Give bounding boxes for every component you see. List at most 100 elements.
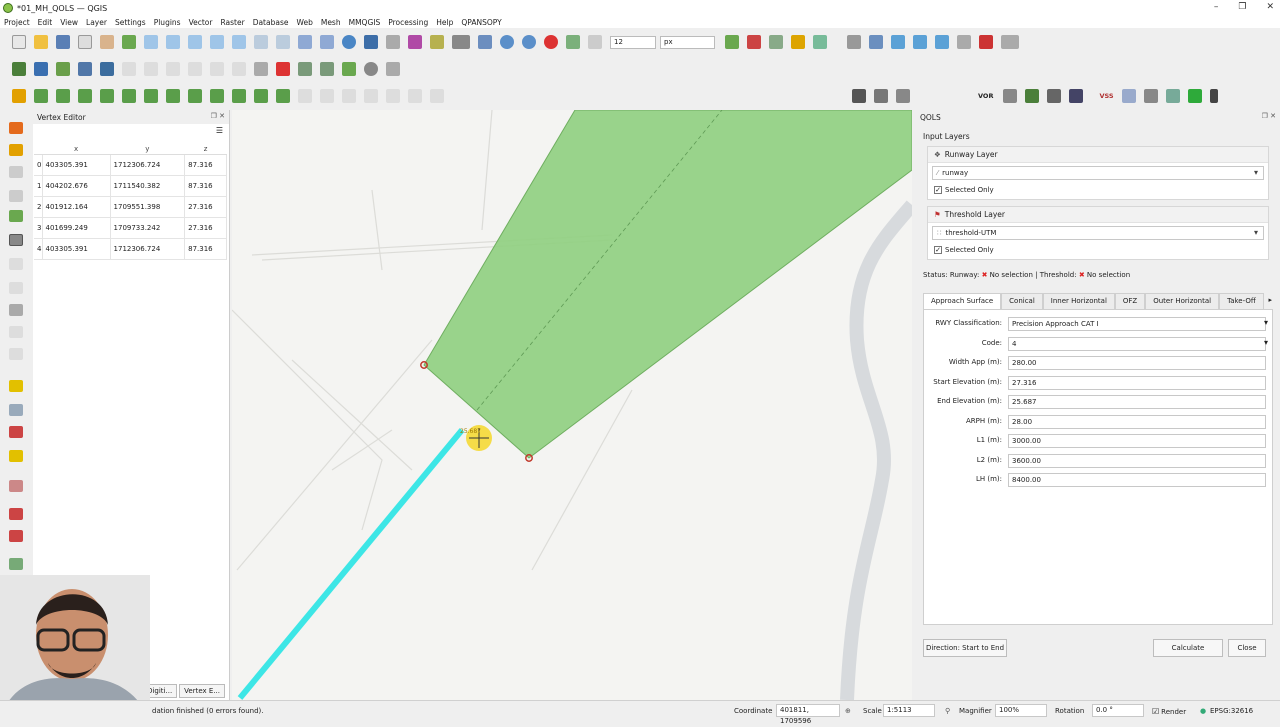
label-abc-2-icon[interactable] — [9, 508, 23, 520]
add-ring-icon[interactable] — [56, 89, 70, 103]
layer-diagram-icon[interactable] — [9, 426, 23, 438]
delete-feature-icon[interactable] — [9, 258, 23, 270]
menu-processing[interactable]: Processing — [388, 18, 428, 27]
zoom-in-icon[interactable] — [144, 35, 158, 49]
circle-tool-icon[interactable] — [1121, 89, 1136, 103]
magnifier-field[interactable]: 100% — [995, 704, 1047, 717]
route-icon[interactable] — [1165, 89, 1180, 103]
pan-to-selection-icon[interactable] — [122, 35, 136, 49]
crosshair-icon[interactable]: ⊕ — [845, 707, 851, 715]
add-spatialite-icon[interactable] — [78, 62, 92, 76]
split-parts-icon[interactable] — [254, 89, 268, 103]
menu-web[interactable]: Web — [296, 18, 312, 27]
paste-icon[interactable] — [9, 304, 23, 316]
undo-icon[interactable] — [9, 326, 23, 338]
redo-icon[interactable] — [9, 348, 23, 360]
select-value-icon[interactable] — [869, 35, 883, 49]
y-cell[interactable]: 1712306.724 — [110, 154, 186, 176]
close-window-icon[interactable]: ✕ — [1266, 2, 1274, 12]
label-abc-3-icon[interactable] — [9, 530, 23, 542]
globe-icon[interactable] — [364, 62, 378, 76]
approach-surface-polygon[interactable] — [423, 110, 912, 459]
z-cell[interactable]: 27.316 — [184, 196, 227, 218]
menu-help[interactable]: Help — [436, 18, 453, 27]
zoom-full-icon[interactable] — [188, 35, 202, 49]
x-cell[interactable]: 404202.676 — [42, 175, 111, 197]
chevron-double-icon[interactable] — [874, 89, 888, 103]
toggle-edit-icon[interactable] — [9, 122, 23, 134]
runway-group-header[interactable]: ❖ Runway Layer — [928, 147, 1268, 163]
l2-field[interactable]: 3600.00 — [1008, 454, 1266, 468]
globe-crs-icon[interactable]: ● — [1200, 707, 1206, 715]
table-row[interactable]: 0 403305.391 1712306.724 87.316 — [34, 154, 227, 176]
minimize-icon[interactable]: – — [1214, 2, 1219, 12]
menu-mesh[interactable]: Mesh — [321, 18, 341, 27]
dock-buttons[interactable]: ❐ ✕ — [211, 112, 225, 120]
plane-icon[interactable] — [1069, 89, 1084, 103]
select-all-icon[interactable] — [891, 35, 905, 49]
y-cell[interactable]: 1712306.724 — [110, 238, 186, 260]
maximize-icon[interactable]: ❐ — [1238, 2, 1246, 12]
rwy-classification-select[interactable]: Precision Approach CAT I — [1008, 317, 1266, 331]
new-project-icon[interactable] — [12, 35, 26, 49]
browser-icon[interactable] — [522, 35, 536, 49]
tab-inner-horizontal[interactable]: Inner Horizontal — [1042, 293, 1115, 309]
zoom-feature-icon[interactable] — [298, 62, 312, 76]
snapping-icon[interactable] — [566, 35, 580, 49]
processing-toolbox-icon[interactable] — [1001, 35, 1019, 49]
zoom-layer-icon[interactable] — [232, 35, 246, 49]
tab-scroll-icon[interactable]: ▸ — [1268, 296, 1272, 304]
label-icon[interactable] — [9, 450, 23, 462]
snap-self-icon[interactable] — [813, 35, 827, 49]
select-rectangle-icon[interactable] — [9, 380, 23, 392]
menu-layer[interactable]: Layer — [86, 18, 107, 27]
deselect-icon[interactable] — [935, 35, 949, 49]
menu-raster[interactable]: Raster — [220, 18, 244, 27]
rotation-field[interactable]: 0.0 ° — [1092, 704, 1144, 717]
calculate-button[interactable]: Calculate — [1153, 639, 1223, 657]
render-checkbox[interactable]: ☑ Render — [1152, 707, 1186, 716]
statistics-icon[interactable] — [430, 35, 444, 49]
save-edits-icon[interactable] — [9, 166, 23, 178]
print-layout-icon[interactable] — [78, 35, 92, 49]
map-tips-icon[interactable] — [478, 35, 492, 49]
delete-part-icon[interactable] — [144, 89, 158, 103]
coordinate-field[interactable]: 401811, 1709596 — [776, 704, 840, 725]
tab-vertex-editor[interactable]: Vertex E... — [179, 684, 225, 698]
table-row[interactable]: 3 401699.249 1709733.242 27.316 — [34, 217, 227, 239]
magnet-icon[interactable] — [544, 35, 558, 49]
l1-field[interactable]: 3000.00 — [1008, 434, 1266, 448]
x-cell[interactable]: 403305.391 — [42, 154, 111, 176]
zoom-last-icon[interactable] — [276, 35, 290, 49]
y-cell[interactable]: 1709551.398 — [110, 196, 186, 218]
tab-ofz[interactable]: OFZ — [1114, 293, 1146, 309]
avoid-overlap-icon[interactable] — [769, 35, 783, 49]
menu-plugins[interactable]: Plugins — [154, 18, 181, 27]
tab-take-off[interactable]: Take-Off — [1219, 293, 1264, 309]
menu-edit[interactable]: Edit — [38, 18, 53, 27]
topology-icon[interactable] — [725, 35, 739, 49]
x-cell[interactable]: 401699.249 — [42, 217, 111, 239]
table-row[interactable]: 1 404202.676 1711540.382 87.316 — [34, 175, 227, 197]
measure-icon[interactable] — [452, 35, 470, 49]
z-cell[interactable]: 87.316 — [184, 175, 227, 197]
y-cell[interactable]: 1711540.382 — [110, 175, 186, 197]
merge-features-icon[interactable] — [276, 89, 290, 103]
offset-curve-icon[interactable] — [188, 89, 202, 103]
more-tools-icon[interactable] — [1003, 89, 1018, 103]
menu-vector[interactable]: Vector — [189, 18, 213, 27]
tolerance-input[interactable]: 12 — [610, 35, 656, 49]
compass-icon[interactable] — [896, 89, 910, 103]
menu-database[interactable]: Database — [253, 18, 289, 27]
attribute-table-icon[interactable] — [386, 35, 400, 49]
vss-button[interactable]: VSS — [1099, 92, 1113, 100]
menu-mmqgis[interactable]: MMQGIS — [349, 18, 381, 27]
chevron-right-icon[interactable] — [1047, 89, 1062, 103]
start-elevation-field[interactable]: 27.316 — [1008, 376, 1266, 390]
map-svg[interactable]: 25.687 — [232, 110, 912, 700]
tab-approach-surface[interactable]: Approach Surface — [923, 293, 1002, 309]
close-button[interactable]: Close — [1228, 639, 1266, 657]
table-row[interactable]: 2 401912.164 1709551.398 27.316 — [34, 196, 227, 218]
lh-field[interactable]: 8400.00 — [1008, 473, 1266, 487]
width-app-field[interactable]: 280.00 — [1008, 356, 1266, 370]
